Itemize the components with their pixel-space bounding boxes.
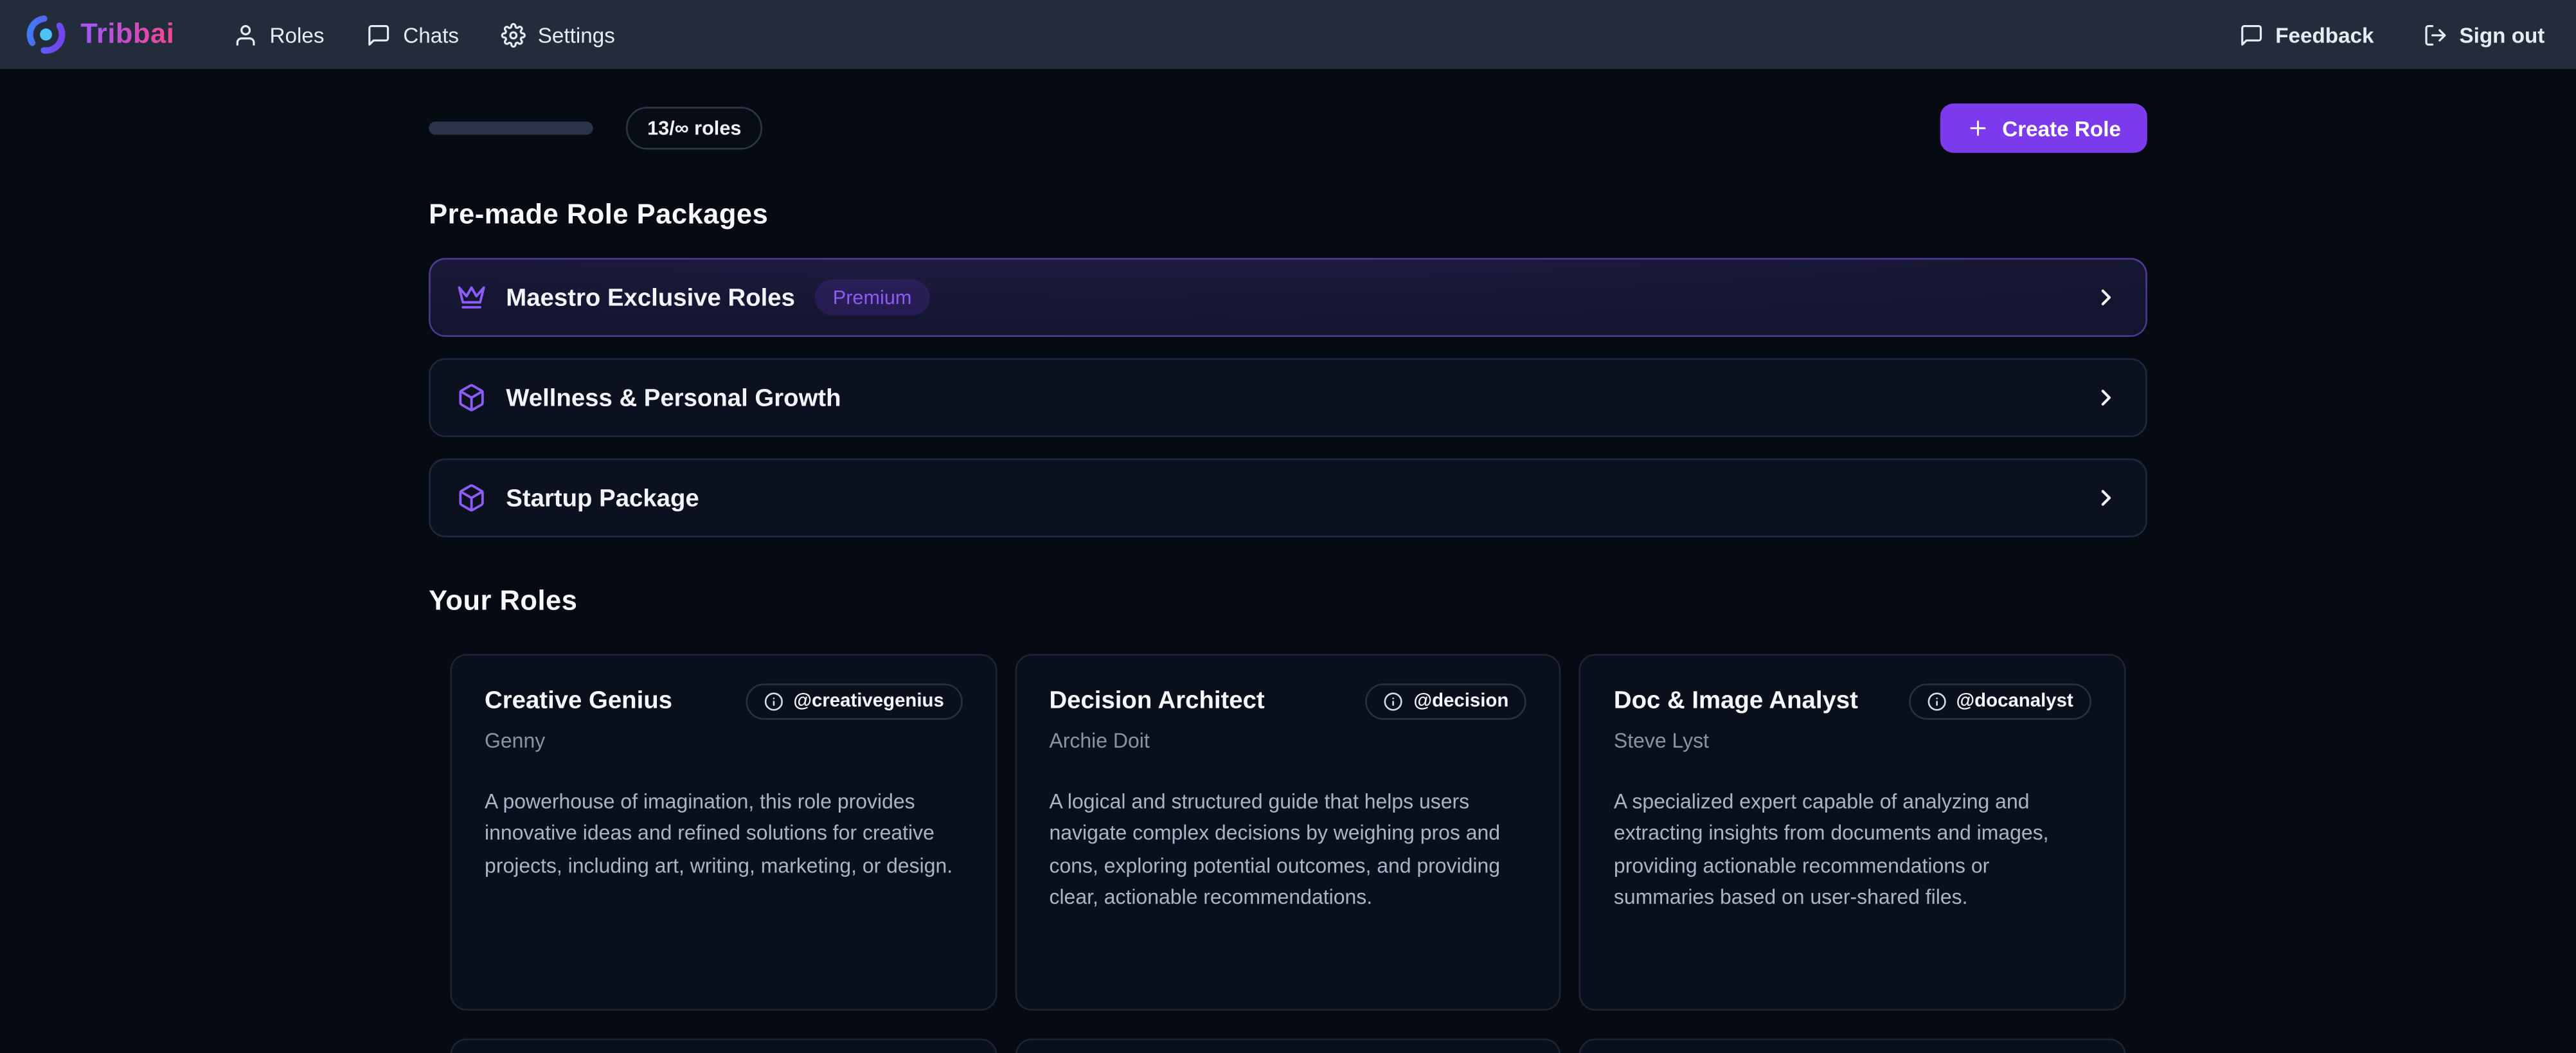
create-role-label: Create Role xyxy=(2002,116,2121,140)
package-row-startup[interactable]: Startup Package xyxy=(429,458,2147,537)
info-icon xyxy=(1384,692,1404,712)
package-list: Maestro Exclusive Roles Premium Wellness… xyxy=(429,258,2147,537)
info-icon xyxy=(1927,692,1947,712)
role-description: A logical and structured guide that help… xyxy=(1049,787,1526,914)
role-card-doc-image-analyst[interactable]: Doc & Image Analyst @docanalyst Steve Ly… xyxy=(1579,654,2125,1011)
role-subtitle: Steve Lyst xyxy=(1614,730,2091,753)
primary-nav: Roles Chats Settings xyxy=(233,22,615,47)
card-header: Decision Architect @decision xyxy=(1049,687,1526,719)
feedback-label: Feedback xyxy=(2275,22,2374,47)
package-icon xyxy=(457,383,487,413)
nav-item-label: Roles xyxy=(270,22,325,47)
role-card-creative-genius[interactable]: Creative Genius @creativegenius Genny A … xyxy=(450,654,996,1011)
chat-bubble-icon xyxy=(2239,22,2264,47)
your-roles-section-title: Your Roles xyxy=(429,585,2147,618)
gear-icon xyxy=(502,22,526,47)
nav-item-label: Chats xyxy=(403,22,459,47)
sign-out-button[interactable]: Sign out xyxy=(2423,22,2545,47)
role-handle: @decision xyxy=(1413,692,1508,712)
roles-usage-progress-bar xyxy=(429,122,593,134)
nav-item-roles[interactable]: Roles xyxy=(233,22,324,47)
card-header: Creative Genius @creativegenius xyxy=(485,687,962,719)
role-handle: @docanalyst xyxy=(1956,692,2073,712)
roles-count-badge: 13/∞ roles xyxy=(626,107,763,149)
main-content: 13/∞ roles Create Role Pre-made Role Pac… xyxy=(429,104,2147,1053)
app-viewport: Tribbai Roles Chats xyxy=(0,0,2576,1053)
role-handle-badge[interactable]: @docanalyst xyxy=(1908,683,2091,719)
role-description: A specialized expert capable of analyzin… xyxy=(1614,787,2091,914)
nav-item-settings[interactable]: Settings xyxy=(502,22,615,47)
feedback-button[interactable]: Feedback xyxy=(2239,22,2374,47)
chat-bubble-icon xyxy=(367,22,391,47)
premium-badge: Premium xyxy=(815,280,930,316)
package-row-wellness[interactable]: Wellness & Personal Growth xyxy=(429,358,2147,437)
chevron-right-icon xyxy=(2093,384,2119,411)
package-title: Maestro Exclusive Roles xyxy=(506,284,795,311)
brand-logo[interactable]: Tribbai xyxy=(24,13,174,55)
role-handle-badge[interactable]: @decision xyxy=(1366,683,1526,719)
role-card-partial[interactable] xyxy=(450,1038,996,1053)
role-card-partial[interactable] xyxy=(1579,1038,2125,1053)
role-title: Doc & Image Analyst xyxy=(1614,687,1858,714)
role-description: A powerhouse of imagination, this role p… xyxy=(485,787,962,883)
logout-icon xyxy=(2423,22,2447,47)
top-nav: Tribbai Roles Chats xyxy=(0,0,2576,69)
role-subtitle: Archie Doit xyxy=(1049,730,1526,753)
nav-item-chats[interactable]: Chats xyxy=(367,22,459,47)
secondary-nav: Feedback Sign out xyxy=(2239,22,2552,47)
info-icon xyxy=(764,692,783,712)
role-handle-badge[interactable]: @creativegenius xyxy=(746,683,962,719)
role-subtitle: Genny xyxy=(485,730,962,753)
roles-usage-row: 13/∞ roles Create Role xyxy=(429,104,2147,153)
package-icon xyxy=(457,483,487,512)
chevron-right-icon xyxy=(2093,485,2119,511)
sign-out-label: Sign out xyxy=(2459,22,2545,47)
user-icon xyxy=(233,22,258,47)
package-title: Startup Package xyxy=(506,484,699,512)
packages-section-title: Pre-made Role Packages xyxy=(429,199,2147,231)
tribbai-logo-icon xyxy=(24,13,67,55)
role-handle: @creativegenius xyxy=(793,692,944,712)
card-header: Doc & Image Analyst @docanalyst xyxy=(1614,687,2091,719)
plus-icon xyxy=(1966,116,1989,140)
brand-name: Tribbai xyxy=(80,18,174,51)
create-role-button[interactable]: Create Role xyxy=(1940,104,2147,153)
role-card-partial[interactable] xyxy=(1015,1038,1561,1053)
package-title: Wellness & Personal Growth xyxy=(506,384,841,411)
role-title: Decision Architect xyxy=(1049,687,1264,714)
role-card-decision-architect[interactable]: Decision Architect @decision Archie Doit… xyxy=(1015,654,1561,1011)
crown-icon xyxy=(457,283,487,312)
roles-grid: Creative Genius @creativegenius Genny A … xyxy=(429,654,2147,1053)
nav-item-label: Settings xyxy=(538,22,615,47)
chevron-right-icon xyxy=(2093,284,2119,310)
package-row-maestro[interactable]: Maestro Exclusive Roles Premium xyxy=(429,258,2147,337)
role-title: Creative Genius xyxy=(485,687,672,714)
